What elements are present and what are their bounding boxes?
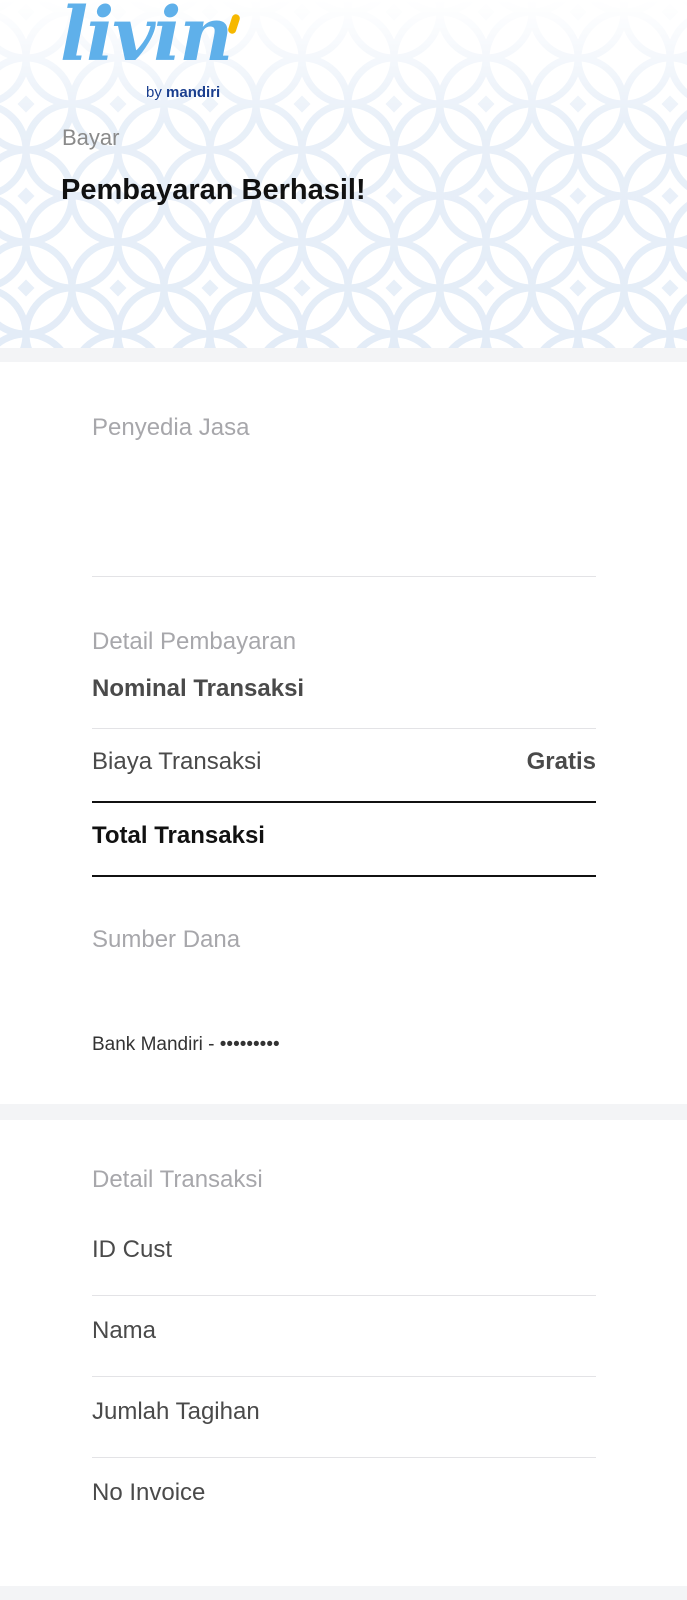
total-transaction-label: Total Transaksi <box>92 822 265 849</box>
divider <box>92 576 596 577</box>
funding-account: Bank Mandiri - ••••••••• <box>92 1034 280 1055</box>
fee-label: Biaya Transaksi <box>92 748 262 775</box>
divider <box>92 1376 596 1377</box>
divider-strong <box>92 875 596 877</box>
nominal-transaction-label: Nominal Transaksi <box>92 675 305 702</box>
logo-wordmark: livin <box>60 0 233 78</box>
divider <box>92 1457 596 1458</box>
divider <box>92 728 596 729</box>
header: livin by mandiri Bayar Pembayaran Berhas… <box>0 0 687 348</box>
livin-logo: livin by mandiri <box>60 0 250 110</box>
detail-row-no-invoice: No Invoice <box>92 1479 206 1506</box>
payment-card: Penyedia Jasa Detail Pembayaran Nominal … <box>0 362 687 1104</box>
payment-detail-section-label: Detail Pembayaran <box>92 628 297 655</box>
divider-strong <box>92 801 596 803</box>
provider-section-label: Penyedia Jasa <box>92 414 250 441</box>
divider <box>92 1295 596 1296</box>
transaction-detail-card: Detail Transaksi ID Cust Nama Jumlah Tag… <box>0 1120 687 1586</box>
detail-row-nama: Nama <box>92 1317 157 1344</box>
breadcrumb: Bayar <box>62 125 120 150</box>
detail-row-jumlah-tagihan: Jumlah Tagihan <box>92 1398 260 1425</box>
logo-subtitle: by mandiri <box>146 84 221 101</box>
fee-value: Gratis <box>526 748 596 775</box>
transaction-detail-section-label: Detail Transaksi <box>92 1166 263 1193</box>
detail-row-id-cust: ID Cust <box>92 1236 173 1263</box>
page-title: Pembayaran Berhasil! <box>61 174 366 206</box>
funding-section-label: Sumber Dana <box>92 926 241 953</box>
